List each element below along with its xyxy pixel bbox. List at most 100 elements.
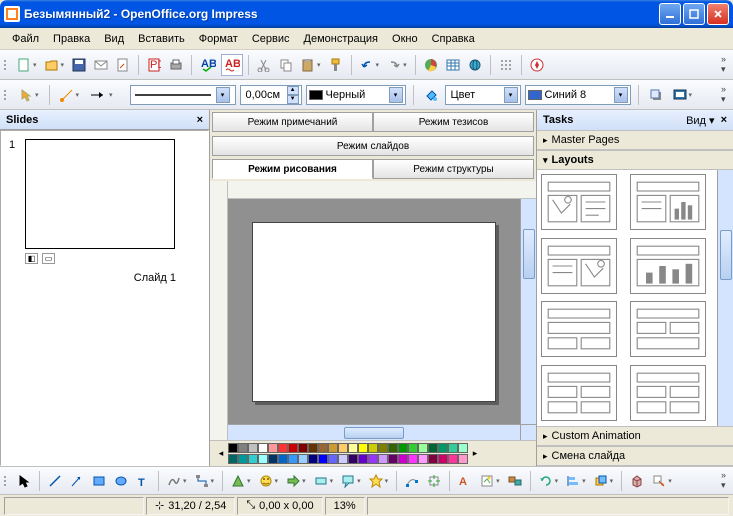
palette-color[interactable] — [258, 443, 268, 453]
tasks-view-menu[interactable]: Вид ▾ — [686, 114, 714, 127]
open-button[interactable] — [42, 54, 68, 76]
fontwork-tool[interactable]: A — [455, 470, 475, 492]
menu-format[interactable]: Формат — [193, 31, 244, 47]
palette-color[interactable] — [408, 454, 418, 464]
tab-slides-mode[interactable]: Режим слайдов — [212, 136, 534, 156]
arrange-tool[interactable] — [591, 470, 617, 492]
hyperlink-button[interactable] — [465, 54, 485, 76]
tab-notes-mode[interactable]: Режим примечаний — [212, 112, 373, 132]
nav-icon-2[interactable]: ▭ — [42, 253, 55, 264]
palette-color[interactable] — [458, 454, 468, 464]
fill-tool-button[interactable] — [421, 84, 441, 106]
navigator-button[interactable] — [527, 54, 547, 76]
toolbar-overflow[interactable]: »▾ — [718, 470, 729, 491]
layout-thumb[interactable] — [630, 301, 706, 357]
export-pdf-button[interactable]: PDF — [144, 54, 164, 76]
palette-color[interactable] — [418, 454, 428, 464]
grid-button[interactable] — [496, 54, 516, 76]
line-color-combo[interactable]: Черный ▾ — [306, 85, 406, 105]
palette-color[interactable] — [398, 443, 408, 453]
palette-color[interactable] — [428, 454, 438, 464]
copy-button[interactable] — [276, 54, 296, 76]
tab-outline-mode[interactable]: Режим структуры — [373, 159, 534, 179]
palette-color[interactable] — [328, 443, 338, 453]
ellipse-tool[interactable] — [111, 470, 131, 492]
palette-color[interactable] — [388, 443, 398, 453]
palette-color[interactable] — [248, 443, 258, 453]
palette-color[interactable] — [378, 443, 388, 453]
palette-color[interactable] — [318, 454, 328, 464]
palette-color[interactable] — [268, 454, 278, 464]
tab-drawing-mode[interactable]: Режим рисования — [212, 159, 373, 179]
window-close-button[interactable] — [707, 3, 729, 25]
vertical-scrollbar[interactable] — [520, 199, 536, 424]
toolbar-grip[interactable] — [4, 84, 10, 106]
nav-icon-1[interactable]: ◧ — [25, 253, 38, 264]
palette-color[interactable] — [338, 454, 348, 464]
layout-thumb[interactable] — [630, 365, 706, 421]
rectangle-tool[interactable] — [89, 470, 109, 492]
arrow-select-button[interactable] — [16, 84, 42, 106]
stars-tool[interactable] — [366, 470, 392, 492]
palette-color[interactable] — [328, 454, 338, 464]
layout-thumb[interactable] — [541, 365, 617, 421]
tab-handout-mode[interactable]: Режим тезисов — [373, 112, 534, 132]
cut-button[interactable] — [254, 54, 274, 76]
interaction-tool[interactable] — [649, 470, 675, 492]
palette-color[interactable] — [258, 454, 268, 464]
extrusion-tool[interactable] — [627, 470, 647, 492]
toolbar-overflow[interactable]: »▾ — [718, 54, 729, 75]
palette-color[interactable] — [448, 443, 458, 453]
menu-insert[interactable]: Вставить — [132, 31, 191, 47]
layout-thumb[interactable] — [541, 301, 617, 357]
fill-type-combo[interactable]: Цвет ▾ — [445, 85, 521, 105]
block-arrows-tool[interactable] — [283, 470, 309, 492]
shadow-button[interactable] — [646, 84, 666, 106]
menu-slideshow[interactable]: Демонстрация — [298, 31, 385, 47]
save-button[interactable] — [69, 54, 89, 76]
undo-button[interactable] — [357, 54, 383, 76]
curve-tool[interactable] — [164, 470, 190, 492]
fill-color-combo[interactable]: Синий 8 ▾ — [525, 85, 631, 105]
palette-color[interactable] — [448, 454, 458, 464]
palette-color[interactable] — [228, 443, 238, 453]
new-button[interactable] — [14, 54, 40, 76]
palette-color[interactable] — [228, 454, 238, 464]
from-file-tool[interactable] — [477, 470, 503, 492]
palette-color[interactable] — [268, 443, 278, 453]
task-section-layouts[interactable]: Layouts — [537, 150, 733, 170]
toolbar-grip[interactable] — [4, 470, 10, 492]
palette-color[interactable] — [348, 454, 358, 464]
palette-color[interactable] — [368, 443, 378, 453]
status-zoom[interactable]: 13% — [325, 497, 365, 515]
palette-color[interactable] — [238, 443, 248, 453]
text-tool[interactable]: T — [133, 470, 153, 492]
layout-thumb[interactable] — [630, 238, 706, 294]
palette-color[interactable] — [438, 454, 448, 464]
flowchart-tool[interactable] — [311, 470, 337, 492]
callouts-tool[interactable] — [338, 470, 364, 492]
palette-color[interactable] — [408, 443, 418, 453]
line-width-combo[interactable]: 0,00см ▲▼ — [240, 85, 302, 105]
toolbar-grip[interactable] — [4, 54, 10, 76]
palette-color[interactable] — [278, 443, 288, 453]
palette-color[interactable] — [288, 443, 298, 453]
task-section-slide-transition[interactable]: Смена слайда — [537, 446, 733, 466]
window-maximize-button[interactable] — [683, 3, 705, 25]
layout-thumb[interactable] — [541, 238, 617, 294]
table-button[interactable] — [443, 54, 463, 76]
menu-tools[interactable]: Сервис — [246, 31, 296, 47]
palette-color[interactable] — [378, 454, 388, 464]
task-section-master-pages[interactable]: Master Pages — [537, 130, 733, 150]
palette-color[interactable] — [358, 443, 368, 453]
layout-thumb[interactable] — [630, 174, 706, 230]
menu-window[interactable]: Окно — [386, 31, 424, 47]
slide-canvas[interactable] — [252, 222, 496, 402]
palette-color[interactable] — [388, 454, 398, 464]
window-minimize-button[interactable] — [659, 3, 681, 25]
basic-shapes-tool[interactable] — [228, 470, 254, 492]
redo-button[interactable] — [384, 54, 410, 76]
symbol-shapes-tool[interactable] — [256, 470, 282, 492]
print-button[interactable] — [166, 54, 186, 76]
line-style-combo[interactable]: ▾ — [130, 85, 236, 105]
